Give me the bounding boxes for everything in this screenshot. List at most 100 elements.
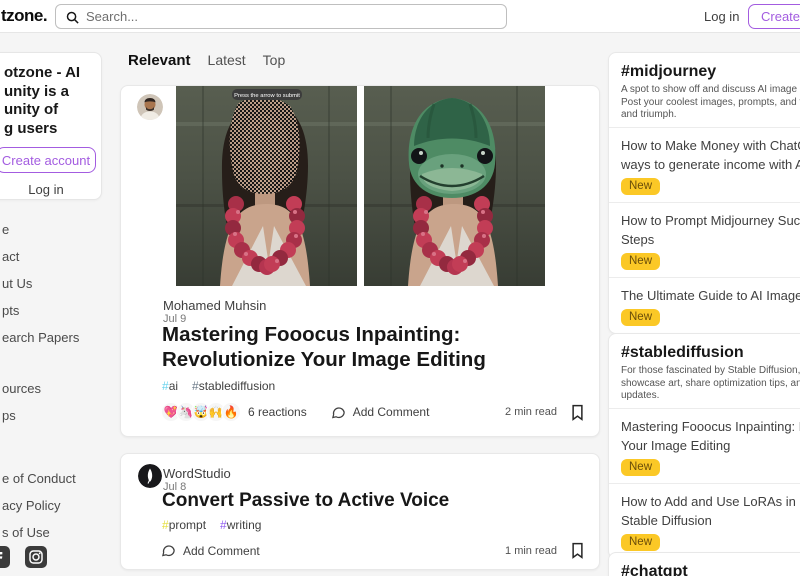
- desc-line: showcase art, share optimization tips, a…: [621, 378, 800, 391]
- instagram-icon[interactable]: [25, 546, 47, 568]
- bookmark-icon[interactable]: [570, 542, 585, 559]
- desc-line: A spot to show off and discuss AI image …: [621, 84, 800, 97]
- nav-login-link[interactable]: Log in: [704, 9, 739, 24]
- sidebar-item-about-us[interactable]: ut Us: [0, 270, 110, 297]
- sidebar-item-research-papers[interactable]: earch Papers: [0, 324, 110, 351]
- sidebar-nav-legal: e of Conduct acy Policy s of Use: [0, 465, 110, 546]
- sidebar-login-link[interactable]: Log in: [0, 182, 101, 197]
- sidebar-post-link[interactable]: Mastering Fooocus Inpainting: Revolu You…: [609, 408, 800, 483]
- intro-line: g users: [4, 120, 95, 139]
- tag-label: prompt: [169, 518, 206, 532]
- tag-description: For those fascinated by Stable Diffusion…: [621, 365, 800, 403]
- signup-card: otzone - AI unity is a unity of g users …: [0, 52, 102, 200]
- nav-create-account-button[interactable]: Create account: [748, 4, 800, 29]
- facebook-icon[interactable]: [0, 546, 10, 568]
- sidebar-post-title-line: Stable Diffusion: [621, 511, 800, 530]
- sidebar-post-link[interactable]: How to Make Money with ChatGPT ? ways to…: [609, 127, 800, 202]
- after-image-panel: [364, 86, 545, 286]
- sidebar-item-home[interactable]: e: [0, 216, 110, 243]
- tag-prompt[interactable]: #prompt: [162, 518, 206, 532]
- search-icon: [65, 10, 80, 25]
- tag-card-stablediffusion: #stablediffusion For those fascinated by…: [608, 333, 800, 559]
- post-title-line: Revolutionize Your Image Editing: [162, 347, 486, 372]
- post-cover-image[interactable]: Press the arrow to submit: [176, 86, 545, 286]
- intro-line: unity of: [4, 101, 95, 120]
- social-links: [0, 546, 47, 568]
- sidebar-post-title-line: Steps: [621, 230, 800, 249]
- site-logo[interactable]: tzone.: [1, 6, 47, 26]
- sidebar-item-contact[interactable]: act: [0, 243, 110, 270]
- tag-heading[interactable]: #chatgpt: [621, 562, 800, 576]
- sidebar-item-resources[interactable]: ources: [0, 375, 110, 402]
- comment-icon: [161, 543, 176, 558]
- desc-line: and triumph.: [621, 109, 800, 122]
- tag-heading[interactable]: #midjourney: [621, 62, 800, 81]
- sidebar-post-link[interactable]: How to Prompt Midjourney Success in Step…: [609, 202, 800, 277]
- desc-line: updates.: [621, 390, 800, 403]
- add-comment-button[interactable]: Add Comment: [331, 405, 430, 420]
- intro-line: otzone - AI: [4, 64, 95, 83]
- post-title-line: Mastering Fooocus Inpainting:: [162, 322, 486, 347]
- tag-stablediffusion[interactable]: #stablediffusion: [192, 379, 275, 393]
- sidebar-item-prompts[interactable]: pts: [0, 297, 110, 324]
- tag-card-header: #chatgpt: [609, 553, 800, 576]
- post-footer: Add Comment 1 min read: [161, 542, 585, 559]
- add-comment-label: Add Comment: [183, 544, 260, 558]
- desc-line: For those fascinated by Stable Diffusion…: [621, 365, 800, 378]
- tab-relevant[interactable]: Relevant: [128, 52, 191, 69]
- tab-top[interactable]: Top: [263, 52, 286, 68]
- tag-hash: #: [162, 518, 169, 532]
- tag-label: ai: [169, 379, 178, 393]
- bookmark-icon[interactable]: [570, 404, 585, 421]
- post-author[interactable]: WordStudio: [163, 466, 231, 481]
- add-comment-button[interactable]: Add Comment: [161, 543, 260, 558]
- sidebar-item-privacy-policy[interactable]: acy Policy: [0, 492, 110, 519]
- sidebar-nav-main: e act ut Us pts earch Papers: [0, 216, 110, 351]
- post-card-1: Press the arrow to submit: [120, 85, 600, 437]
- sidebar-post-title-line: Your Image Editing: [621, 436, 800, 455]
- tag-ai[interactable]: #ai: [162, 379, 178, 393]
- new-badge: New: [621, 459, 660, 476]
- reactions-count[interactable]: 6 reactions: [248, 405, 307, 419]
- sidebar-post-link[interactable]: How to Add and Use LoRAs in Fooocu Stabl…: [609, 483, 800, 558]
- avatar[interactable]: [138, 464, 162, 488]
- tag-hash: #: [192, 379, 199, 393]
- tag-label: writing: [227, 518, 262, 532]
- tag-card-header: #stablediffusion For those fascinated by…: [609, 334, 800, 408]
- search-bar: [55, 4, 507, 29]
- fire-emoji: 🔥: [221, 402, 241, 422]
- tab-latest[interactable]: Latest: [208, 52, 246, 68]
- reactions-button[interactable]: 💖 🦄 🤯 🙌 🔥: [161, 402, 236, 422]
- read-time: 1 min read: [505, 545, 557, 557]
- post-author[interactable]: Mohamed Muhsin: [163, 298, 266, 313]
- new-badge: New: [621, 534, 660, 551]
- sidebar-post-title-line: ways to generate income with AI.: [621, 155, 800, 174]
- tag-card-midjourney: #midjourney A spot to show off and discu…: [608, 52, 800, 334]
- sidebar-item-code-of-conduct[interactable]: e of Conduct: [0, 465, 110, 492]
- new-badge: New: [621, 253, 660, 270]
- post-tags: #prompt #writing: [162, 518, 261, 532]
- tag-heading[interactable]: #stablediffusion: [621, 343, 800, 362]
- sidebar-item-apps[interactable]: ps: [0, 402, 110, 429]
- community-intro: otzone - AI unity is a unity of g users: [0, 53, 101, 138]
- intro-line: unity is a: [4, 83, 95, 102]
- tag-writing[interactable]: #writing: [220, 518, 261, 532]
- inpaint-tooltip: Press the arrow to submit: [234, 93, 300, 99]
- tag-card-chatgpt: #chatgpt: [608, 552, 800, 576]
- search-input[interactable]: [86, 6, 496, 27]
- sidebar-post-title-line: How to Make Money with ChatGPT ?: [621, 136, 800, 155]
- tag-hash: #: [162, 379, 169, 393]
- post-title[interactable]: Convert Passive to Active Voice: [162, 490, 449, 512]
- post-tags: #ai #stablediffusion: [162, 379, 275, 393]
- page: tzone. Log in Create account otzone - AI…: [0, 0, 800, 576]
- sidebar-post-title-line: How to Add and Use LoRAs in Fooocu: [621, 492, 800, 511]
- sidebar-post-link[interactable]: The Ultimate Guide to AI Image Gener New: [609, 277, 800, 333]
- tag-card-header: #midjourney A spot to show off and discu…: [609, 53, 800, 127]
- avatar[interactable]: [137, 94, 163, 120]
- desc-line: Post your coolest images, prompts, and t…: [621, 97, 800, 110]
- post-title[interactable]: Mastering Fooocus Inpainting: Revolution…: [162, 322, 486, 372]
- sidebar-item-terms-of-use[interactable]: s of Use: [0, 519, 110, 546]
- sidebar-create-account-button[interactable]: Create account: [0, 147, 96, 173]
- sidebar-post-title-line: Mastering Fooocus Inpainting: Revolu: [621, 417, 800, 436]
- sidebar-post-title-line: How to Prompt Midjourney Success in: [621, 211, 800, 230]
